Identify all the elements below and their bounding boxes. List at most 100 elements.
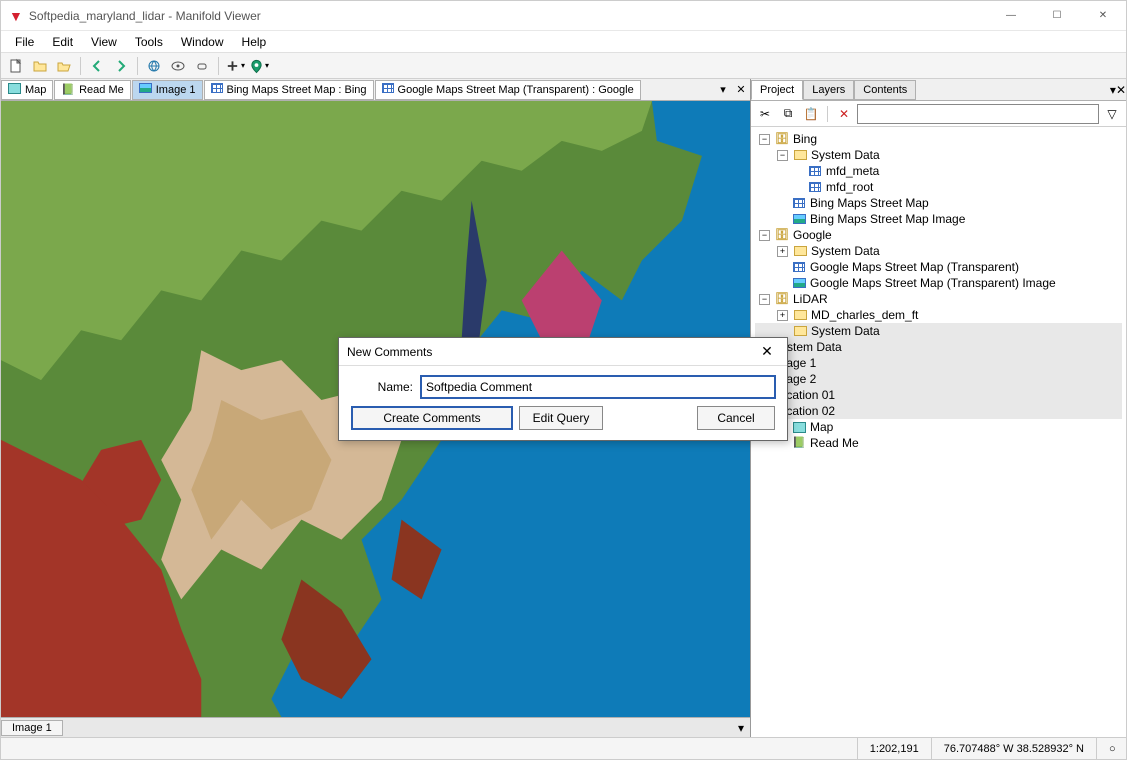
tree-item[interactable]: Google: [793, 227, 832, 243]
tabs-dropdown-icon[interactable]: ▾: [714, 83, 732, 96]
map-icon: [8, 83, 21, 97]
expand-icon[interactable]: −: [759, 230, 770, 241]
name-input[interactable]: [421, 376, 775, 398]
paste-icon[interactable]: 📋: [801, 104, 821, 124]
tab-readme[interactable]: 📗Read Me: [54, 80, 130, 100]
dialog-close-icon[interactable]: ✕: [755, 343, 779, 360]
tab-contents[interactable]: Contents: [854, 80, 916, 100]
tree-item[interactable]: LiDAR: [793, 291, 828, 307]
copy-icon[interactable]: ⧉: [778, 104, 798, 124]
image-icon: [139, 83, 152, 96]
dialog-title: New Comments: [347, 345, 432, 359]
name-label: Name:: [351, 380, 421, 394]
folder-icon: [792, 148, 808, 162]
delete-icon[interactable]: ✕: [834, 104, 854, 124]
tree-item[interactable]: Bing: [793, 131, 817, 147]
new-file-icon[interactable]: [5, 55, 27, 77]
tree-item[interactable]: System Data: [811, 147, 880, 163]
open-file-icon[interactable]: [29, 55, 51, 77]
menu-tools[interactable]: Tools: [127, 33, 171, 51]
project-tabstrip: Project Layers Contents ▾ ✕: [751, 79, 1126, 101]
map-icon: [791, 420, 807, 434]
expand-icon[interactable]: +: [777, 246, 788, 257]
save-icon[interactable]: [53, 55, 75, 77]
cancel-button[interactable]: Cancel: [697, 406, 775, 430]
folder-icon: [792, 308, 808, 322]
tabs-close-icon[interactable]: ✕: [732, 83, 750, 96]
minimize-button[interactable]: —: [988, 1, 1034, 31]
filter-input[interactable]: [857, 104, 1099, 124]
tab-map[interactable]: Map: [1, 80, 53, 100]
tree-item[interactable]: Bing Maps Street Map Image: [810, 211, 965, 227]
table-icon: [807, 164, 823, 178]
back-icon[interactable]: [86, 55, 108, 77]
database-icon: 🗄: [774, 228, 790, 242]
table-icon: [807, 180, 823, 194]
tree-item[interactable]: Google Maps Street Map (Transparent): [810, 259, 1019, 275]
expand-icon[interactable]: +: [777, 310, 788, 321]
menu-view[interactable]: View: [83, 33, 125, 51]
menu-help[interactable]: Help: [234, 33, 275, 51]
bottom-dropdown-icon[interactable]: ▾: [732, 721, 750, 735]
document-tabstrip: Map 📗Read Me Image 1 Bing Maps Street Ma…: [1, 79, 750, 101]
folder-icon: [792, 244, 808, 258]
forward-icon[interactable]: [110, 55, 132, 77]
image-icon: [791, 276, 807, 290]
tree-item[interactable]: System Data: [811, 323, 880, 339]
database-icon: 🗄: [774, 292, 790, 306]
expand-icon[interactable]: −: [759, 134, 770, 145]
image-icon: [791, 212, 807, 226]
tab-layers[interactable]: Layers: [803, 80, 854, 100]
window-title: Softpedia_maryland_lidar - Manifold View…: [29, 9, 988, 23]
expand-icon[interactable]: −: [777, 150, 788, 161]
menu-edit[interactable]: Edit: [44, 33, 81, 51]
status-bar: 1:202,191 76.707488° W 38.528932° N ○: [1, 737, 1126, 759]
tree-item[interactable]: mfd_meta: [826, 163, 879, 179]
bottom-tabstrip: Image 1 ▾: [1, 717, 750, 737]
tree-item[interactable]: Map: [810, 419, 833, 435]
close-button[interactable]: ✕: [1080, 1, 1126, 31]
tab-bing[interactable]: Bing Maps Street Map : Bing: [204, 80, 374, 100]
tree-item[interactable]: mfd_root: [826, 179, 873, 195]
bottom-tab-image1[interactable]: Image 1: [1, 720, 63, 736]
status-scale: 1:202,191: [857, 738, 931, 759]
project-pane: Project Layers Contents ▾ ✕ ✂ ⧉ 📋 ✕ ▽ −🗄…: [751, 79, 1126, 737]
menu-bar: File Edit View Tools Window Help: [1, 31, 1126, 53]
zoom-world-icon[interactable]: [143, 55, 165, 77]
zoom-selection-icon[interactable]: [191, 55, 213, 77]
grid-icon: [211, 83, 223, 96]
project-tree[interactable]: −🗄Bing −System Data mfd_meta mfd_root Bi…: [751, 127, 1126, 737]
book-icon: 📗: [61, 83, 75, 96]
new-comments-dialog: New Comments ✕ Name: Create Comments Edi…: [338, 337, 788, 441]
tab-google[interactable]: Google Maps Street Map (Transparent) : G…: [375, 80, 641, 100]
status-coords: 76.707488° W 38.528932° N: [931, 738, 1096, 759]
tab-image1[interactable]: Image 1: [132, 80, 203, 100]
tree-item[interactable]: Read Me: [810, 435, 859, 451]
tab-project[interactable]: Project: [751, 80, 803, 100]
edit-query-button[interactable]: Edit Query: [519, 406, 603, 430]
create-comments-button[interactable]: Create Comments: [351, 406, 513, 430]
status-indicator: ○: [1096, 738, 1126, 759]
filter-icon[interactable]: ▽: [1102, 104, 1122, 124]
app-logo-icon: ▼: [9, 8, 23, 24]
folder-icon: [792, 324, 808, 338]
tree-item[interactable]: System Data: [811, 243, 880, 259]
title-bar: ▼ Softpedia_maryland_lidar - Manifold Vi…: [1, 1, 1126, 31]
pin-icon[interactable]: ▾: [248, 55, 270, 77]
database-icon: 🗄: [774, 132, 790, 146]
maximize-button[interactable]: ☐: [1034, 1, 1080, 31]
tree-item[interactable]: Google Maps Street Map (Transparent) Ima…: [810, 275, 1056, 291]
main-toolbar: ▾ ▾: [1, 53, 1126, 79]
menu-file[interactable]: File: [7, 33, 42, 51]
cut-icon[interactable]: ✂: [755, 104, 775, 124]
project-toolbar: ✂ ⧉ 📋 ✕ ▽: [751, 101, 1126, 127]
add-icon[interactable]: ▾: [224, 55, 246, 77]
book-icon: 📗: [791, 436, 807, 450]
tree-item[interactable]: MD_charles_dem_ft: [811, 307, 918, 323]
panel-close-icon[interactable]: ✕: [1116, 83, 1126, 97]
table-icon: [791, 260, 807, 274]
zoom-fit-icon[interactable]: [167, 55, 189, 77]
expand-icon[interactable]: −: [759, 294, 770, 305]
menu-window[interactable]: Window: [173, 33, 232, 51]
tree-item[interactable]: Bing Maps Street Map: [810, 195, 929, 211]
